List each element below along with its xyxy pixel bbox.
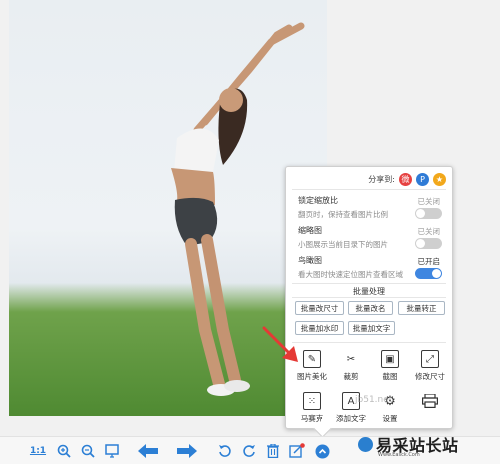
- tools-popup-panel: 分享到: 微 P ★ 锁定缩放比 已关闭 翻页时，保持查看图片比例 缩略图 已关…: [285, 166, 453, 429]
- tool-label: 马赛克: [300, 414, 324, 423]
- option-birdseye-title: 鸟瞰图: [298, 256, 322, 265]
- divider: [292, 342, 446, 343]
- tool-crop[interactable]: ✂ 裁剪: [331, 350, 371, 382]
- batch-add-text-button[interactable]: 批量加文字: [348, 321, 395, 335]
- tool-resize[interactable]: ⤢ 修改尺寸: [410, 350, 450, 382]
- option-lock-zoom-desc: 翻页时，保持查看图片比例: [298, 210, 388, 219]
- option-birdseye-state: 已开启: [417, 257, 441, 266]
- divider: [292, 189, 446, 190]
- fit-screen-icon[interactable]: [103, 441, 121, 461]
- rotate-left-icon[interactable]: [216, 441, 234, 461]
- option-thumbnail-state: 已关闭: [417, 227, 441, 236]
- share-label: 分享到:: [368, 174, 395, 184]
- pencil-icon: ✎: [303, 350, 321, 368]
- mosaic-icon: ⁙: [303, 392, 321, 410]
- star-icon[interactable]: ★: [433, 172, 446, 186]
- option-thumbnail-title: 缩略图: [298, 226, 322, 235]
- actual-size-icon[interactable]: 1:1: [28, 441, 48, 461]
- watermark-url: jb51.net: [355, 395, 393, 405]
- more-chevron-icon[interactable]: [313, 441, 331, 461]
- tool-screenshot[interactable]: ▣ 截图: [370, 350, 410, 382]
- weibo-icon[interactable]: 微: [399, 172, 412, 186]
- edit-icon[interactable]: [288, 441, 306, 461]
- option-birdseye-desc: 看大图时快速定位图片查看区域: [298, 270, 403, 279]
- prev-arrow-icon[interactable]: [136, 441, 160, 461]
- annotation-arrow-icon: [262, 326, 298, 362]
- share-bar: 分享到: 微 P ★: [368, 171, 446, 187]
- lock-zoom-toggle[interactable]: [415, 208, 442, 219]
- option-lock-zoom-title: 锁定缩放比: [298, 196, 338, 205]
- printer-icon: [421, 392, 439, 410]
- batch-rotate-button[interactable]: 批量转正: [398, 301, 445, 315]
- tool-label: 截图: [382, 372, 398, 381]
- batch-rename-button[interactable]: 批量改名: [348, 301, 393, 315]
- tool-label: 修改尺寸: [415, 372, 445, 381]
- batch-watermark-button[interactable]: 批量加水印: [295, 321, 344, 335]
- tool-print[interactable]: [410, 392, 450, 410]
- tool-label: 添加文字: [336, 414, 366, 423]
- logo-subtext: Www.Easck.Com: [378, 452, 420, 458]
- screenshot-icon: ▣: [381, 350, 399, 368]
- actual-size-label: 1:1: [29, 446, 47, 456]
- divider: [292, 283, 446, 284]
- delete-icon[interactable]: [264, 441, 282, 461]
- zoom-in-icon[interactable]: [55, 441, 73, 461]
- tool-mosaic[interactable]: ⁙ 马赛克: [292, 392, 332, 424]
- batch-resize-button[interactable]: 批量改尺寸: [295, 301, 344, 315]
- tool-label: 图片美化: [297, 372, 327, 381]
- divider: [292, 297, 446, 298]
- thumbnail-toggle[interactable]: [415, 238, 442, 249]
- resize-icon: ⤢: [421, 350, 439, 368]
- next-arrow-icon[interactable]: [175, 441, 199, 461]
- tool-label: 设置: [382, 414, 398, 423]
- birdseye-toggle[interactable]: [415, 268, 442, 279]
- rotate-right-icon[interactable]: [240, 441, 258, 461]
- option-lock-zoom-state: 已关闭: [417, 197, 441, 206]
- batch-title: 批量处理: [353, 287, 385, 296]
- option-thumbnail-desc: 小图展示当前目录下的图片: [298, 240, 388, 249]
- zoom-out-icon[interactable]: [79, 441, 97, 461]
- logo-mark-icon: [358, 436, 373, 452]
- crop-icon: ✂: [346, 353, 356, 365]
- tool-label: 裁剪: [343, 372, 359, 381]
- p-icon[interactable]: P: [416, 172, 429, 186]
